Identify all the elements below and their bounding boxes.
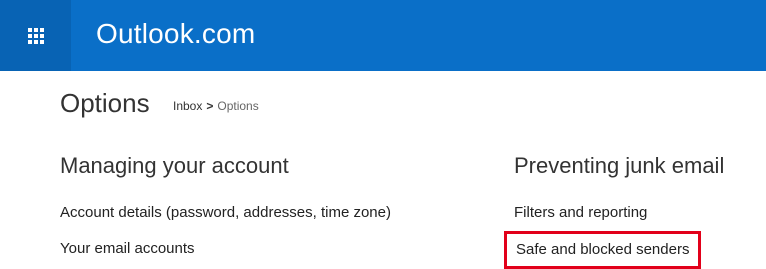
waffle-grid-icon (27, 27, 44, 44)
preventing-junk-heading: Preventing junk email (514, 153, 725, 178)
page-title: Options (60, 88, 150, 118)
app-launcher-button[interactable] (0, 0, 71, 71)
managing-account-heading: Managing your account (60, 153, 289, 178)
account-details-link[interactable]: Account details (password, addresses, ti… (60, 203, 391, 223)
top-bar: Outlook.com (0, 0, 766, 71)
safe-blocked-senders-link[interactable]: Safe and blocked senders (504, 231, 702, 269)
filters-reporting-link[interactable]: Filters and reporting (514, 203, 647, 223)
breadcrumb-inbox-link[interactable]: Inbox (173, 99, 202, 113)
breadcrumb: Inbox > Options (173, 98, 259, 114)
email-accounts-link[interactable]: Your email accounts (60, 239, 195, 259)
breadcrumb-current: Options (217, 99, 259, 113)
brand-title[interactable]: Outlook.com (96, 16, 255, 52)
breadcrumb-separator: > (206, 99, 214, 113)
